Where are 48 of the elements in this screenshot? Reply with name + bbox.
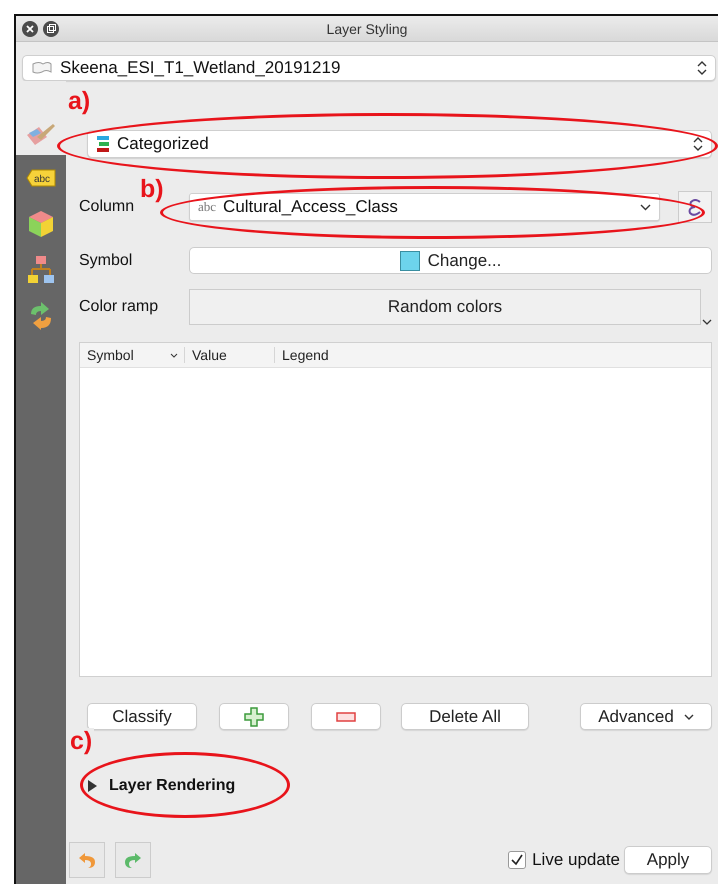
- apply-button[interactable]: Apply: [624, 846, 712, 874]
- undo-arrow-icon: [78, 851, 96, 869]
- up-down-chevron-icon: [697, 60, 707, 76]
- chevron-down-icon: [702, 319, 712, 325]
- column-header[interactable]: Value: [185, 347, 275, 363]
- live-update-checkbox[interactable]: [508, 851, 526, 869]
- overlapping-squares-icon: [46, 24, 56, 33]
- side-tab[interactable]: abc: [16, 155, 66, 201]
- color-ramp-label: Color ramp: [79, 298, 160, 316]
- categorized-icon: [96, 135, 110, 153]
- hierarchy-icon: [27, 255, 55, 285]
- column-label: Column: [79, 198, 136, 216]
- column-header[interactable]: Legend: [275, 347, 711, 363]
- column-header[interactable]: Symbol: [80, 347, 185, 363]
- symbol-label: Symbol: [79, 252, 134, 270]
- action-button[interactable]: Classify: [87, 703, 197, 730]
- chevron-down-icon: [170, 352, 178, 358]
- type-hint: abc: [198, 199, 216, 215]
- symbol-swatch-icon: [400, 250, 420, 270]
- epsilon-icon: [687, 197, 703, 217]
- redo-button[interactable]: [115, 842, 151, 878]
- change-symbol-button[interactable]: Change...: [189, 247, 712, 274]
- close-button[interactable]: [22, 20, 38, 36]
- chevron-down-icon: [640, 204, 651, 210]
- minus-icon: [336, 712, 356, 722]
- float-button[interactable]: [43, 20, 59, 36]
- label-tag-icon: abc: [26, 169, 56, 187]
- up-down-chevron-icon: [693, 136, 703, 152]
- redo-arrow-icon: [124, 851, 142, 869]
- layer-rendering-section[interactable]: Layer Rendering: [79, 774, 712, 798]
- live-update-label: Live update: [532, 850, 620, 870]
- window-title: Layer Styling: [326, 20, 408, 36]
- layer-dropdown[interactable]: Skeena_ESI_T1_Wetland_20191219: [22, 55, 716, 81]
- chevron-down-icon: [684, 714, 694, 720]
- polygon-layer-icon: [31, 61, 53, 75]
- action-button[interactable]: Delete All: [401, 703, 529, 730]
- remove-button[interactable]: [311, 703, 381, 730]
- advanced-dropdown[interactable]: Advanced: [580, 703, 712, 730]
- column-dropdown[interactable]: abc Cultural_Access_Class: [189, 193, 660, 221]
- color-ramp-button[interactable]: Random colors: [189, 289, 701, 325]
- paintbrush-icon: [25, 121, 57, 147]
- annotation-label: c): [68, 728, 94, 756]
- expression-button[interactable]: [678, 191, 712, 223]
- add-button[interactable]: [219, 703, 289, 730]
- renderer-dropdown[interactable]: Categorized: [87, 130, 712, 158]
- plus-icon: [244, 706, 264, 726]
- cube-icon: [27, 209, 55, 239]
- close-icon: [26, 24, 34, 32]
